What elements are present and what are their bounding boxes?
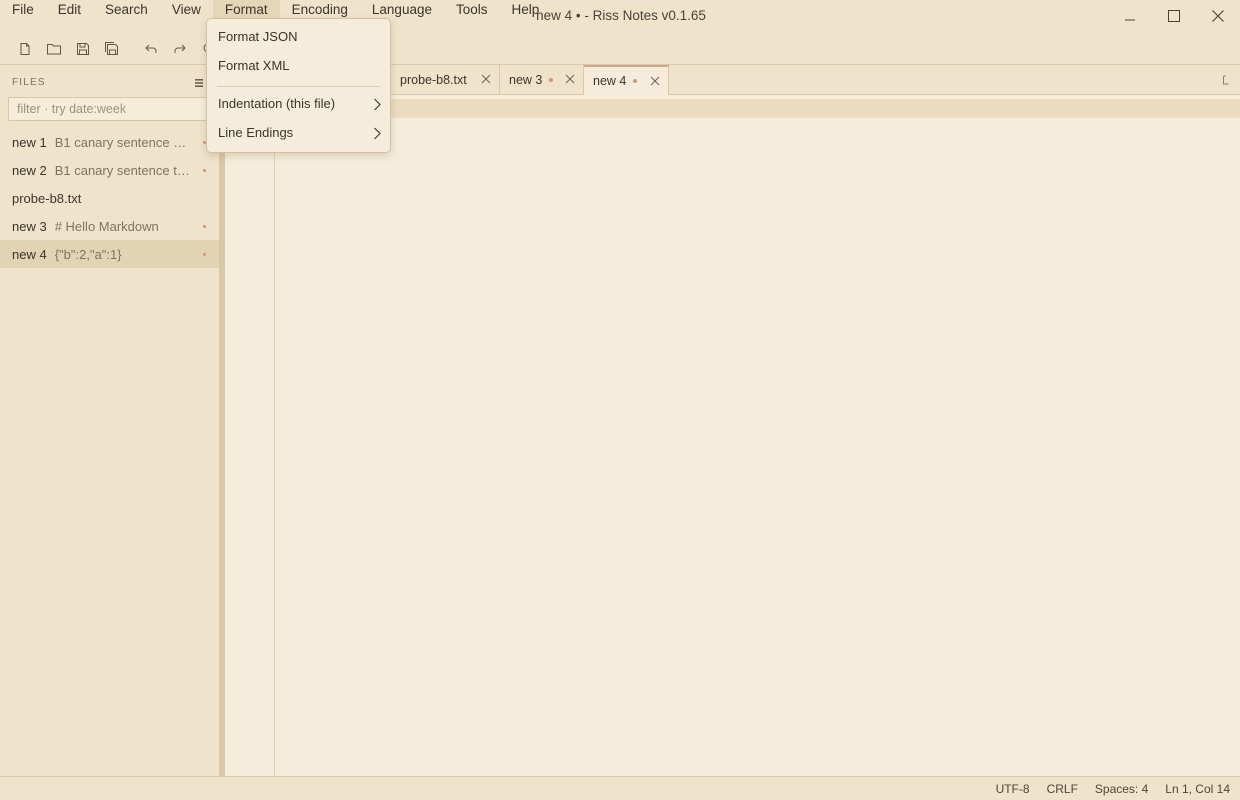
list-menu-icon[interactable] — [194, 78, 204, 88]
open-folder-icon — [46, 44, 61, 55]
open-folder-button[interactable] — [39, 36, 68, 62]
file-preview: # Hello Markdown — [54, 218, 159, 234]
format-menu-dropdown: Format JSON Format XML Indentation (this… — [206, 18, 391, 153]
files-header: FILES — [12, 77, 46, 88]
maximize-icon — [1168, 10, 1180, 22]
tab-label: new 3 — [509, 73, 543, 87]
editor-area[interactable] — [225, 95, 1240, 776]
file-item-new-4[interactable]: new 4 {"b":2,"a":1} — [0, 240, 219, 268]
file-item-probe-b8[interactable]: probe-b8.txt — [0, 184, 219, 212]
menu-item-indentation[interactable]: Indentation (this file) — [207, 91, 390, 117]
close-window-button[interactable] — [1196, 0, 1240, 32]
file-item-new-3[interactable]: new 3 # Hello Markdown — [0, 212, 219, 240]
file-name: new 1 — [12, 134, 47, 150]
save-button[interactable] — [68, 36, 97, 62]
tab-label: probe-b8.txt — [400, 73, 467, 87]
status-bar: UTF-8 CRLF Spaces: 4 Ln 1, Col 14 — [0, 776, 1240, 800]
window-controls — [1108, 0, 1240, 32]
undo-button[interactable] — [136, 36, 165, 62]
filter-input[interactable] — [8, 97, 214, 121]
menu-item-format-json[interactable]: Format JSON — [207, 24, 390, 50]
close-icon[interactable] — [565, 74, 575, 84]
save-all-icon — [104, 42, 118, 55]
toolbar — [0, 34, 1240, 64]
menu-item-label: Indentation (this file) — [218, 96, 336, 111]
file-preview: B1 canary sentence on... — [54, 134, 193, 150]
file-item-new-1[interactable]: new 1 B1 canary sentence on... — [0, 128, 219, 156]
cursor-position-status[interactable]: Ln 1, Col 14 — [1165, 782, 1230, 796]
indentation-status[interactable]: Spaces: 4 — [1095, 782, 1148, 796]
modified-dot — [203, 169, 206, 172]
modified-dot — [203, 253, 206, 256]
tab-new-3[interactable]: new 3 — [500, 65, 584, 95]
tab-probe-b8[interactable]: probe-b8.txt — [391, 65, 500, 95]
redo-button[interactable] — [165, 36, 194, 62]
close-icon[interactable] — [481, 74, 491, 84]
menu-item-line-endings[interactable]: Line Endings — [207, 120, 390, 146]
file-sidebar: FILES new 1 B1 canary sentence on... new… — [0, 64, 219, 776]
title-bar: File Edit Search View Format Encoding La… — [0, 0, 1240, 34]
file-item-new-2[interactable]: new 2 B1 canary sentence tw... — [0, 156, 219, 184]
modified-dot — [203, 225, 206, 228]
chevron-right-icon — [374, 127, 381, 140]
modified-dot — [549, 78, 554, 82]
save-all-button[interactable] — [97, 36, 126, 62]
encoding-status[interactable]: UTF-8 — [996, 782, 1030, 796]
file-list: new 1 B1 canary sentence on... new 2 B1 … — [0, 128, 219, 268]
modified-dot — [633, 79, 638, 83]
menu-separator — [217, 86, 380, 87]
status-items: UTF-8 CRLF Spaces: 4 Ln 1, Col 14 — [996, 782, 1230, 796]
redo-icon — [174, 44, 186, 53]
minimize-icon — [1125, 19, 1135, 21]
line-ending-status[interactable]: CRLF — [1047, 782, 1078, 796]
save-icon — [76, 43, 89, 55]
tab-new-4[interactable]: new 4 — [584, 65, 669, 95]
file-name: probe-b8.txt — [12, 190, 82, 206]
file-name: new 3 — [12, 218, 47, 234]
file-preview: {"b":2,"a":1} — [54, 246, 122, 262]
maximize-button[interactable] — [1152, 0, 1196, 32]
tab-label: new 4 — [593, 74, 627, 88]
new-file-icon — [20, 43, 29, 55]
close-icon — [1212, 10, 1224, 22]
tab-overflow-icon[interactable] — [1222, 75, 1230, 85]
window-title: new 4 • - Riss Notes v0.1.65 — [536, 8, 706, 23]
file-name: new 4 — [12, 246, 47, 262]
line-number-gutter — [225, 95, 275, 776]
new-file-button[interactable] — [10, 36, 39, 62]
minimize-button[interactable] — [1108, 0, 1152, 32]
close-icon[interactable] — [650, 76, 660, 86]
file-name: new 2 — [12, 162, 47, 178]
chevron-right-icon — [374, 98, 381, 111]
undo-icon — [144, 44, 156, 53]
menu-item-label: Line Endings — [218, 125, 294, 140]
file-preview: B1 canary sentence tw... — [54, 162, 193, 178]
menu-item-format-xml[interactable]: Format XML — [207, 53, 390, 79]
